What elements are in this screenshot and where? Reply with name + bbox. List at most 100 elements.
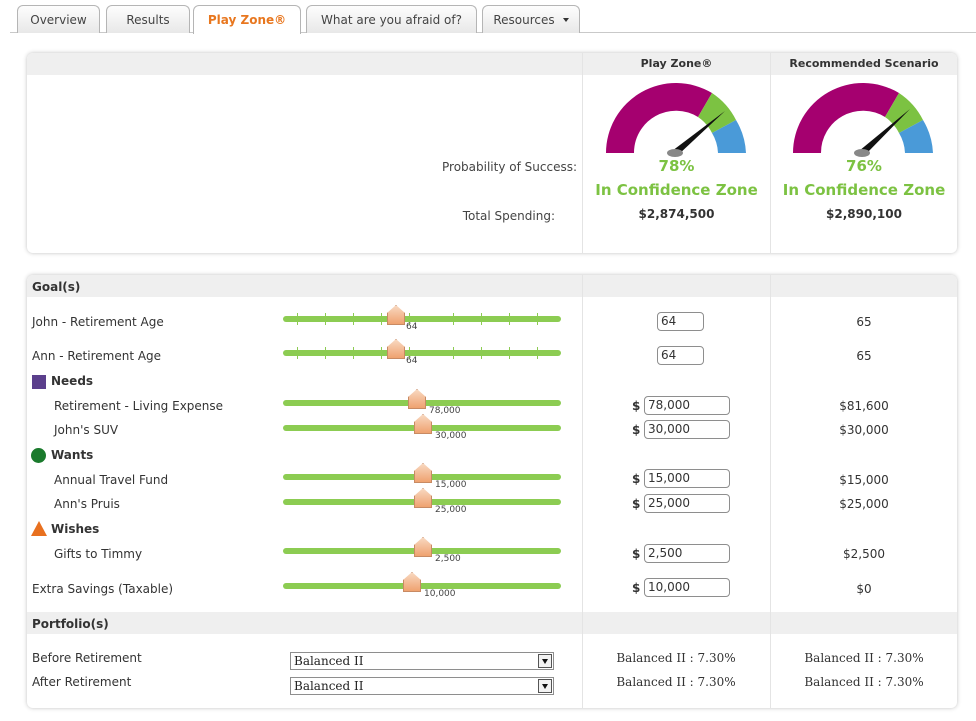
slider-handle[interactable]	[414, 463, 432, 483]
square-icon	[32, 375, 46, 389]
probability-label: Probability of Success:	[442, 160, 577, 174]
tab-what-are-you-afraid-of[interactable]: What are you afraid of?	[306, 5, 477, 33]
slider-handle-shape	[414, 463, 432, 483]
before-retirement-select[interactable]: Balanced II	[290, 652, 554, 670]
slider-handle-shape	[414, 488, 432, 508]
slider-value: 10,000	[424, 589, 456, 599]
before-retirement-label: Before Retirement	[32, 651, 142, 665]
column-divider	[770, 275, 771, 708]
extra-savings-recommended: $0	[856, 582, 872, 596]
slider-handle[interactable]	[414, 537, 432, 557]
currency-symbol: $	[632, 472, 641, 486]
extra-savings-label: Extra Savings (Taxable)	[32, 582, 174, 596]
slider-tick	[537, 347, 538, 359]
anns-pruis-input[interactable]: 25,000	[644, 494, 730, 513]
tab-label: What are you afraid of?	[321, 12, 462, 27]
recommended-gauge	[793, 83, 933, 157]
after-retirement-select[interactable]: Balanced II	[290, 677, 554, 695]
after-retirement-label: After Retirement	[32, 675, 132, 689]
tab-overview[interactable]: Overview	[17, 5, 100, 33]
slider-handle[interactable]	[408, 389, 426, 409]
johns-suv-recommended: $30,000	[839, 423, 889, 437]
after-retirement-recommended: Balanced II : 7.30%	[804, 675, 924, 689]
slider-tick	[325, 313, 326, 325]
johns-suv-slider[interactable]: 30,000	[283, 414, 561, 441]
playzone-gauge	[606, 83, 746, 157]
slider-handle[interactable]	[414, 414, 432, 434]
portfolio-header: Portfolio(s)	[32, 617, 109, 631]
travel-fund-input[interactable]: 15,000	[644, 469, 730, 488]
currency-symbol: $	[632, 399, 641, 413]
travel-fund-slider[interactable]: 15,000	[283, 463, 561, 490]
slider-tick	[537, 313, 538, 325]
johns-suv-input[interactable]: 30,000	[644, 420, 730, 439]
slider-tick	[297, 347, 298, 359]
john-retirement-age-slider[interactable]: 64	[283, 305, 561, 332]
living-expense-label: Retirement - Living Expense	[54, 399, 224, 413]
slider-value: 78,000	[429, 406, 461, 416]
slider-handle-shape	[414, 414, 432, 434]
extra-savings-input[interactable]: 10,000	[644, 578, 730, 597]
anns-pruis-recommended: $25,000	[839, 497, 889, 511]
slider-handle[interactable]	[414, 488, 432, 508]
slider-tick	[509, 347, 510, 359]
slider-tick	[297, 313, 298, 325]
tab-play-zone[interactable]: Play Zone®	[193, 5, 301, 34]
tab-results[interactable]: Results	[106, 5, 190, 33]
travel-fund-recommended: $15,000	[839, 473, 889, 487]
dropdown-arrow-icon[interactable]	[538, 679, 552, 693]
playzone-zone-status: In Confidence Zone	[595, 181, 758, 199]
summary-panel: Play Zone® Recommended Scenario Probabil…	[27, 53, 957, 253]
slider-value: 30,000	[435, 431, 467, 441]
tab-label: Resources	[493, 12, 555, 27]
goals-header: Goal(s)	[32, 280, 81, 294]
john-retirement-age-input[interactable]: 64	[657, 312, 704, 331]
playzone-column-header: Play Zone®	[640, 57, 713, 70]
circle-icon	[31, 448, 46, 463]
tab-bar: Overview Results Play Zone® What are you…	[0, 0, 976, 34]
slider-value: 64	[406, 356, 418, 366]
slider-tick	[481, 313, 482, 325]
ann-retirement-age-input[interactable]: 64	[657, 346, 704, 365]
slider-tick	[453, 313, 454, 325]
slider-handle[interactable]	[387, 339, 405, 359]
slider-handle-shape	[403, 572, 421, 592]
selected-value: Balanced II	[294, 654, 364, 668]
currency-symbol: $	[632, 547, 641, 561]
column-divider	[770, 53, 771, 253]
anns-pruis-label: Ann's Pruis	[54, 497, 120, 511]
wants-category-label: Wants	[51, 448, 94, 462]
tab-resources[interactable]: Resources	[482, 5, 580, 33]
recommended-total-spending: $2,890,100	[826, 207, 902, 221]
wishes-category-label: Wishes	[51, 522, 100, 536]
slider-value: 64	[406, 322, 418, 332]
recommended-zone-status: In Confidence Zone	[782, 181, 946, 199]
slider-tick	[509, 313, 510, 325]
travel-fund-label: Annual Travel Fund	[54, 473, 169, 487]
goals-header-bar	[27, 275, 957, 297]
ann-retirement-age-slider[interactable]: 64	[283, 339, 561, 366]
slider-handle[interactable]	[387, 305, 405, 325]
slider-tick	[381, 313, 382, 325]
extra-savings-slider[interactable]: 10,000	[283, 572, 561, 599]
slider-handle-shape	[387, 305, 405, 325]
living-expense-input[interactable]: 78,000	[644, 396, 730, 415]
living-expense-slider[interactable]: 78,000	[283, 389, 561, 416]
goals-panel: Goal(s) Portfolio(s) John - Retirement A…	[27, 275, 957, 708]
before-retirement-recommended: Balanced II : 7.30%	[804, 651, 924, 665]
before-retirement-playzone: Balanced II : 7.30%	[616, 651, 736, 665]
gifts-to-timmy-slider[interactable]: 2,500	[283, 537, 561, 564]
slider-value: 2,500	[435, 554, 461, 564]
anns-pruis-slider[interactable]: 25,000	[283, 488, 561, 515]
gifts-to-timmy-input[interactable]: 2,500	[644, 544, 730, 563]
slider-tick	[325, 347, 326, 359]
dropdown-arrow-icon[interactable]	[538, 654, 552, 668]
recommended-column-header: Recommended Scenario	[789, 57, 939, 70]
slider-handle[interactable]	[403, 572, 421, 592]
slider-handle-shape	[387, 339, 405, 359]
chevron-down-icon	[562, 17, 569, 22]
slider-tick	[381, 347, 382, 359]
portfolio-header-bar	[27, 612, 957, 634]
column-divider	[582, 275, 583, 708]
slider-tick	[453, 347, 454, 359]
